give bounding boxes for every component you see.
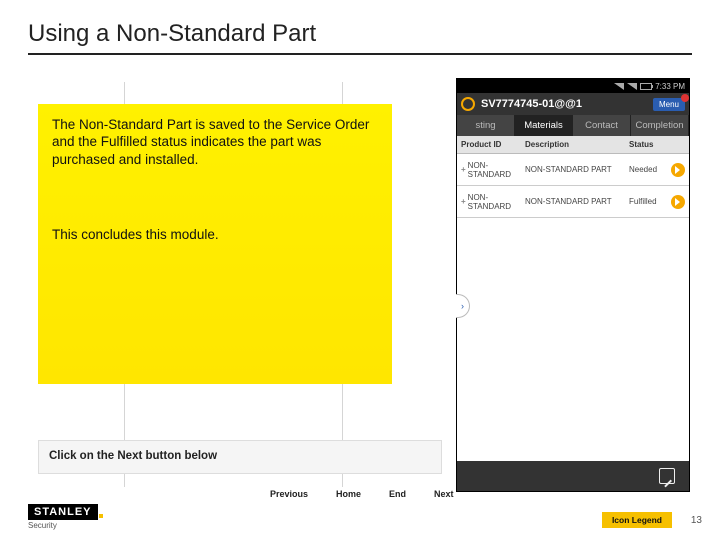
battery-icon (640, 83, 652, 90)
brand-dot-icon (99, 514, 103, 518)
next-button[interactable]: Next (434, 489, 454, 499)
cell-product-id: NON-STANDARD (468, 161, 517, 179)
brand-sub: Security (28, 521, 103, 530)
table-row[interactable]: +NON-STANDARD NON-STANDARD PART Fulfille… (457, 186, 689, 218)
signal-icon (614, 83, 624, 90)
menu-button[interactable]: Menu (653, 98, 685, 111)
table-row[interactable]: +NON-STANDARD NON-STANDARD PART Needed (457, 154, 689, 186)
explanation-box: The Non-Standard Part is saved to the Se… (38, 104, 392, 384)
hint-box: Click on the Next button below (38, 440, 442, 474)
page-number: 13 (691, 515, 702, 526)
end-button[interactable]: End (389, 489, 406, 499)
app-header: SV7774745-01@@1 Menu (457, 93, 689, 115)
brand-logo: STANLEY Security (28, 502, 103, 530)
cell-status: Fulfilled (625, 186, 667, 217)
tab-materials[interactable]: Materials (515, 115, 573, 136)
tab-bar: sting Materials Contact Completion (457, 115, 689, 136)
table-header: Product ID Description Status (457, 136, 689, 154)
clock: 7:33 PM (655, 82, 685, 91)
service-order-id: SV7774745-01@@1 (481, 98, 647, 110)
home-button[interactable]: Home (336, 489, 361, 499)
drawer-handle-icon[interactable]: › (456, 294, 470, 318)
notification-dot-icon (681, 94, 689, 102)
brand-name: STANLEY (28, 504, 98, 520)
plus-icon: + (461, 197, 466, 206)
bottom-bar (457, 461, 689, 491)
nav-bar: Previous Home End Next (270, 489, 454, 499)
plus-icon: + (461, 165, 466, 174)
cell-status: Needed (625, 154, 667, 185)
tab-contact[interactable]: Contact (573, 115, 631, 136)
signal-icon (627, 83, 637, 90)
tab-completion[interactable]: Completion (631, 115, 689, 136)
page-title: Using a Non-Standard Part (28, 20, 316, 48)
title-rule (28, 53, 692, 55)
tab-item[interactable]: sting (457, 115, 515, 136)
col-status: Status (625, 136, 689, 153)
col-product-id: Product ID (457, 136, 521, 153)
explanation-text-2: This concludes this module. (52, 226, 378, 243)
status-bar: 7:33 PM (457, 79, 689, 93)
chevron-right-icon[interactable] (667, 154, 689, 185)
chevron-right-icon[interactable] (667, 186, 689, 217)
left-column: The Non-Standard Part is saved to the Se… (32, 82, 442, 487)
col-description: Description (521, 136, 625, 153)
edit-icon[interactable] (659, 468, 675, 484)
cell-description: NON-STANDARD PART (521, 154, 625, 185)
icon-legend-button[interactable]: Icon Legend (602, 512, 672, 528)
previous-button[interactable]: Previous (270, 489, 308, 499)
phone-screenshot: 7:33 PM SV7774745-01@@1 Menu sting Mater… (456, 78, 690, 492)
cell-description: NON-STANDARD PART (521, 186, 625, 217)
explanation-text-1: The Non-Standard Part is saved to the Se… (52, 116, 378, 168)
cell-product-id: NON-STANDARD (468, 193, 517, 211)
gear-icon[interactable] (461, 97, 475, 111)
